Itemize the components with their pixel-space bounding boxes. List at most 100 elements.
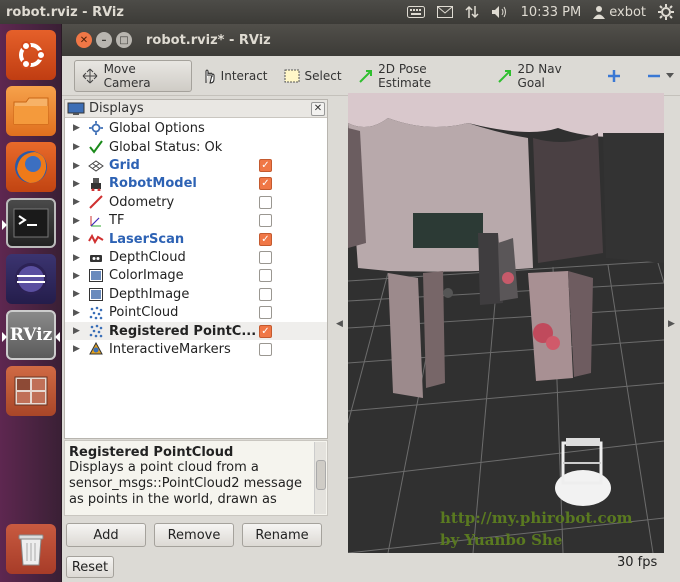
enable-checkbox[interactable]: ✓: [259, 232, 272, 246]
expand-arrow-icon[interactable]: ▶: [73, 197, 85, 207]
enable-checkbox[interactable]: [259, 306, 272, 320]
green-arrow-icon: [358, 69, 372, 83]
add-tool-button[interactable]: [601, 60, 627, 92]
splitter-right-arrow-icon[interactable]: ▶: [668, 319, 675, 329]
display-item[interactable]: ▶ DepthImage: [65, 285, 327, 303]
eclipse-button[interactable]: [6, 254, 56, 304]
enable-checkbox[interactable]: [259, 251, 272, 265]
display-item[interactable]: ▶ Odometry: [65, 193, 327, 211]
display-item[interactable]: ▶ Registered PointC... ✓: [65, 321, 327, 341]
display-item-label: Grid: [109, 158, 140, 174]
rename-display-button[interactable]: Rename: [242, 523, 322, 547]
dropdown-arrow-icon: [666, 72, 674, 78]
expand-arrow-icon[interactable]: ▶: [73, 142, 85, 152]
gear-icon[interactable]: [658, 4, 674, 20]
display-item[interactable]: ▶ Global Options: [65, 118, 327, 138]
image-icon: [87, 269, 105, 283]
expand-arrow-icon[interactable]: ▶: [73, 123, 85, 133]
enable-checkbox[interactable]: [259, 214, 272, 228]
odometry-icon: [87, 195, 105, 210]
files-button[interactable]: [6, 86, 56, 136]
volume-icon[interactable]: [491, 5, 509, 19]
select-tool[interactable]: Select: [278, 60, 348, 92]
display-item[interactable]: ▶ Global Status: Ok: [65, 138, 327, 156]
active-indicator: [2, 220, 7, 230]
enable-checkbox[interactable]: [259, 195, 272, 209]
select-label: Select: [304, 68, 342, 83]
display-item-label: Global Status: Ok: [109, 139, 223, 155]
indicator-area: 10:33 PM exbot: [406, 4, 680, 20]
description-scrollbar[interactable]: [314, 442, 326, 514]
enable-checkbox[interactable]: [259, 342, 272, 356]
expand-arrow-icon[interactable]: ▶: [73, 179, 85, 189]
firefox-icon: [15, 151, 47, 183]
expand-arrow-icon[interactable]: ▶: [73, 326, 85, 336]
display-item-label: TF: [109, 213, 125, 229]
interact-label: Interact: [220, 68, 268, 83]
terminal-button[interactable]: [2, 198, 56, 248]
network-icon[interactable]: [465, 5, 479, 19]
splitter-left-arrow-icon[interactable]: ◀: [336, 319, 343, 329]
focused-indicator: [55, 332, 60, 342]
clock[interactable]: 10:33 PM: [521, 5, 582, 20]
watermark-author: by Yuanbo She: [440, 531, 562, 549]
move-camera-tool[interactable]: Move Camera: [74, 59, 192, 92]
depthcloud-icon: [87, 251, 105, 265]
display-item[interactable]: ▶ LaserScan ✓: [65, 230, 327, 248]
maximize-window-button[interactable]: □: [116, 32, 132, 48]
expand-arrow-icon[interactable]: ▶: [73, 234, 85, 244]
display-item[interactable]: ▶ RobotModel ✓: [65, 175, 327, 193]
keyboard-icon[interactable]: [406, 6, 425, 18]
reset-button[interactable]: Reset: [66, 556, 114, 578]
enable-checkbox[interactable]: [259, 269, 272, 283]
enable-checkbox[interactable]: ✓: [259, 177, 272, 191]
workspace-switcher-button[interactable]: [6, 366, 56, 416]
interact-tool[interactable]: Interact: [196, 60, 274, 92]
rviz-button[interactable]: RViz: [2, 310, 60, 360]
expand-arrow-icon[interactable]: ▶: [73, 344, 85, 354]
display-item[interactable]: ▶ InteractiveMarkers: [65, 340, 327, 358]
display-item-label: Registered PointC...: [109, 323, 257, 339]
pose-estimate-label: 2D Pose Estimate: [378, 61, 432, 90]
expand-arrow-icon[interactable]: ▶: [73, 253, 85, 263]
display-tree: ▶ Global Options ▶ Global Status: Ok ▶ Grid ✓ ▶…: [65, 118, 327, 359]
display-item[interactable]: ▶ DepthCloud: [65, 248, 327, 266]
expand-arrow-icon[interactable]: ▶: [73, 271, 85, 281]
top-panel: robot.rviz - RViz 10:33 PM exbot: [0, 0, 680, 24]
enable-checkbox[interactable]: ✓: [259, 324, 272, 338]
enable-checkbox[interactable]: ✓: [259, 159, 272, 173]
close-panel-button[interactable]: ✕: [311, 101, 325, 116]
window-titlebar[interactable]: ✕ – □ robot.rviz* - RViz: [62, 24, 680, 56]
3d-viewport[interactable]: http://my.phirobot.com by Yuanbo She: [348, 93, 664, 553]
display-item[interactable]: ▶ Grid ✓: [65, 156, 327, 174]
trash-button[interactable]: [6, 524, 56, 574]
nav-goal-tool[interactable]: 2D Nav Goal: [491, 60, 597, 92]
mail-icon[interactable]: [436, 6, 453, 18]
ubuntu-dash-button[interactable]: [6, 30, 56, 80]
pointcloud-icon: [87, 324, 105, 338]
display-item[interactable]: ▶ TF: [65, 212, 327, 230]
expand-arrow-icon[interactable]: ▶: [73, 308, 85, 318]
expand-arrow-icon[interactable]: ▶: [73, 216, 85, 226]
user-menu[interactable]: exbot: [593, 5, 646, 20]
select-box-icon: [284, 69, 299, 82]
display-item-label: Odometry: [109, 194, 175, 210]
display-item[interactable]: ▶ ColorImage: [65, 267, 327, 285]
add-display-button[interactable]: Add: [66, 523, 146, 547]
display-item[interactable]: ▶ PointCloud: [65, 304, 327, 322]
expand-arrow-icon[interactable]: ▶: [73, 161, 85, 171]
enable-checkbox[interactable]: [259, 287, 272, 301]
display-item-label: DepthCloud: [109, 250, 186, 266]
close-window-button[interactable]: ✕: [76, 32, 92, 48]
user-name: exbot: [609, 4, 646, 20]
description-panel: Registered PointCloud Displays a point c…: [64, 440, 328, 516]
remove-display-button[interactable]: Remove: [154, 523, 234, 547]
display-item-label: ColorImage: [109, 268, 184, 284]
firefox-button[interactable]: [6, 142, 56, 192]
scrollbar-thumb[interactable]: [316, 460, 326, 490]
expand-arrow-icon[interactable]: ▶: [73, 289, 85, 299]
remove-tool-button[interactable]: [641, 60, 680, 92]
pose-estimate-tool[interactable]: 2D Pose Estimate: [352, 60, 487, 92]
minimize-window-button[interactable]: –: [96, 32, 112, 48]
minus-icon: [648, 74, 660, 77]
